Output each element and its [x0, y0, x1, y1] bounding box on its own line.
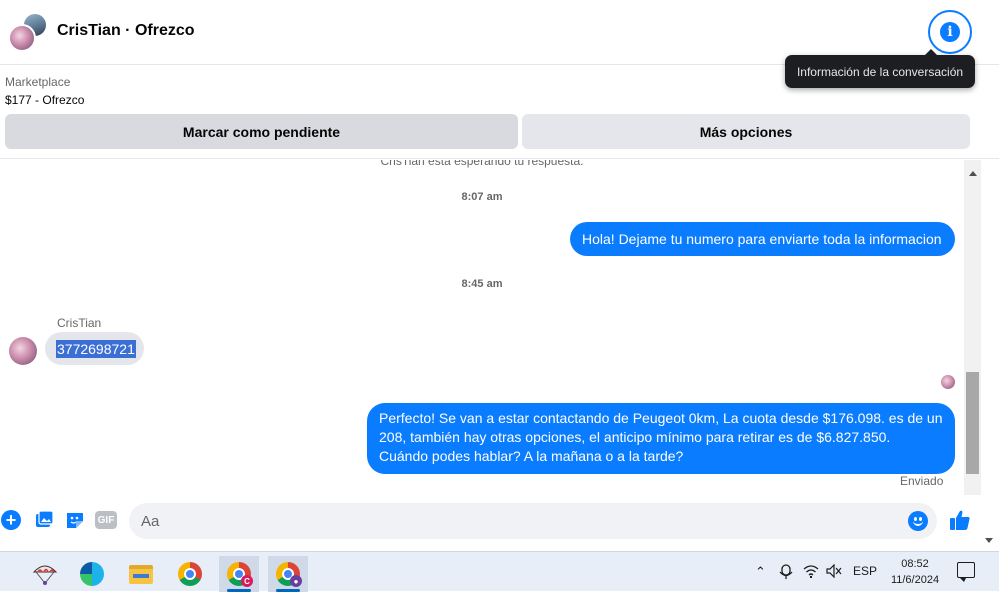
wifi-icon[interactable]	[803, 564, 819, 581]
timestamp: 8:45 am	[461, 278, 503, 290]
meet-now-icon[interactable]	[779, 564, 793, 583]
listing-title[interactable]: $177 - Ofrezco	[5, 93, 84, 107]
parachute-app-icon[interactable]	[25, 556, 65, 592]
chrome-profile-icon[interactable]: C	[219, 556, 259, 592]
scroll-up-arrow-icon[interactable]	[964, 164, 981, 176]
like-icon[interactable]	[948, 507, 972, 533]
gif-label: GIF	[95, 511, 117, 529]
profile-badge: C	[241, 575, 253, 587]
mark-pending-button[interactable]: Marcar como pendiente	[5, 114, 518, 149]
waiting-notice: CrisTian está esperando tu respuesta.	[380, 160, 584, 168]
message-status: Enviado	[900, 474, 944, 488]
notification-center-icon[interactable]	[957, 562, 975, 582]
clock-date: 11/6/2024	[890, 574, 940, 586]
message-input-box[interactable]	[129, 503, 937, 539]
conversation-title[interactable]: CrisTian · Ofrezco	[57, 22, 195, 40]
image-icon[interactable]	[33, 509, 55, 531]
contact-avatar	[8, 24, 36, 52]
outgoing-message[interactable]: Hola! Dejame tu numero para enviarte tod…	[570, 222, 955, 256]
system-clock[interactable]: 08:52 11/6/2024	[885, 556, 945, 588]
marketplace-label: Marketplace	[5, 75, 71, 89]
volume-muted-icon[interactable]	[826, 563, 842, 581]
sticker-icon[interactable]	[64, 509, 86, 531]
message-composer: + GIF	[0, 495, 999, 551]
incoming-message[interactable]: 3772698721	[45, 332, 144, 365]
more-options-button[interactable]: Más opciones	[522, 114, 970, 149]
conversation-header: CrisTian · Ofrezco i Información de la c…	[0, 0, 999, 88]
read-receipt-avatar	[941, 375, 955, 389]
sender-name: CrisTian	[57, 316, 102, 330]
windows-taskbar: C ● ⌃ ESP 08:52 11/6/2024	[0, 551, 999, 592]
group-avatar[interactable]	[8, 12, 50, 54]
timestamp: 8:07 am	[461, 191, 503, 203]
edge-icon[interactable]	[72, 556, 112, 592]
emoji-icon[interactable]	[908, 511, 928, 531]
info-icon: i	[940, 22, 960, 42]
show-hidden-icons-icon[interactable]: ⌃	[755, 564, 766, 580]
gif-icon[interactable]: GIF	[95, 509, 117, 531]
outgoing-message[interactable]: Perfecto! Se van a estar contactando de …	[367, 403, 955, 474]
incoming-message-text[interactable]: 3772698721	[56, 339, 136, 358]
messages-scrollbar[interactable]	[964, 160, 981, 495]
scrollbar-thumb[interactable]	[966, 372, 979, 474]
message-input[interactable]	[141, 503, 901, 539]
chrome-profile-active-icon[interactable]: ●	[268, 556, 308, 592]
chrome-icon[interactable]	[170, 556, 210, 592]
plus-icon[interactable]: +	[0, 509, 22, 531]
clock-time: 08:52	[901, 558, 929, 570]
message-list[interactable]: CrisTian está esperando tu respuesta. 8:…	[0, 160, 964, 495]
profile-lock-icon: ●	[290, 575, 302, 587]
messenger-window: CrisTian · Ofrezco i Información de la c…	[0, 0, 999, 551]
file-explorer-icon[interactable]	[121, 556, 161, 592]
sender-avatar[interactable]	[9, 337, 37, 365]
input-language[interactable]: ESP	[853, 564, 877, 578]
marketplace-bar: Marketplace $177 - Ofrezco Marcar como p…	[0, 66, 999, 159]
conversation-info-button[interactable]: i	[928, 10, 972, 54]
